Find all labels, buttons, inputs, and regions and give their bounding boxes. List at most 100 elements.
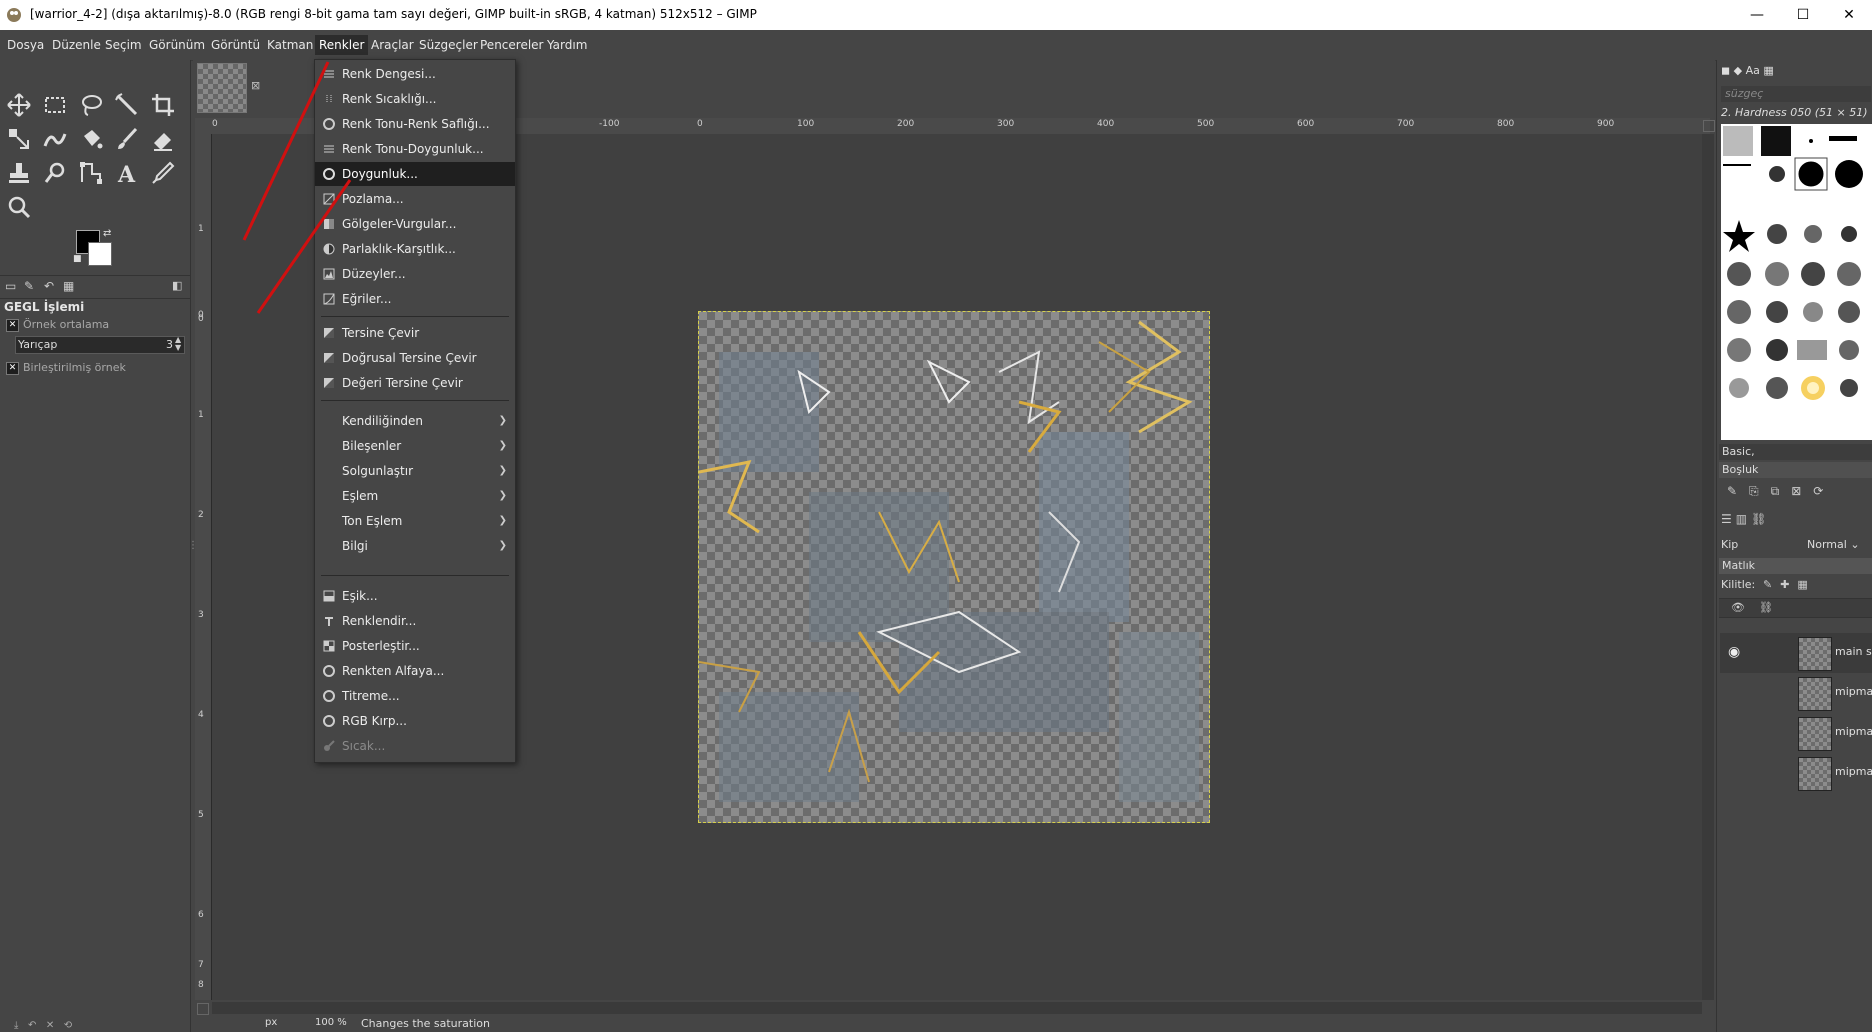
eye-icon[interactable]: ◉ xyxy=(1728,644,1740,660)
reset-colors-icon[interactable]: ■ xyxy=(73,254,82,264)
maximize-button[interactable]: ☐ xyxy=(1780,0,1826,30)
close-image-tab-icon[interactable]: ⊠ xyxy=(251,79,260,92)
menu-item-value-invert[interactable]: Değeri Tersine Çevir xyxy=(315,371,515,395)
rect-select-tool-icon[interactable] xyxy=(40,90,70,120)
menu-item-posterize[interactable]: Posterleştir... xyxy=(315,634,515,658)
mode-dropdown[interactable]: Normal ⌄ xyxy=(1807,538,1860,551)
menu-item-label: Doygunluk... xyxy=(342,167,418,181)
swap-colors-icon[interactable]: ⇄ xyxy=(103,228,111,239)
menu-item-dither[interactable]: Titreme... xyxy=(315,684,515,708)
brush-filter-input[interactable]: süzgeç xyxy=(1721,86,1871,102)
menu-file[interactable]: Dosya xyxy=(3,35,48,55)
smudge-tool-icon[interactable] xyxy=(40,158,70,188)
close-button[interactable]: ✕ xyxy=(1826,0,1872,30)
undo-history-tab-icon[interactable]: ↶ xyxy=(44,279,54,293)
menu-item-desaturate[interactable]: Solgunlaştır ❯ xyxy=(315,459,515,483)
clone-tool-icon[interactable] xyxy=(4,158,34,188)
menu-item-color-balance[interactable]: Renk Dengesi... xyxy=(315,62,515,86)
ruler-label: 0 xyxy=(198,310,204,320)
menu-item-label: Renkten Alfaya... xyxy=(342,664,445,678)
menu-item-info[interactable]: Bilgi ❯ xyxy=(315,534,515,558)
minimize-button[interactable]: — xyxy=(1734,0,1780,30)
menu-item-map[interactable]: Eşlem ❯ xyxy=(315,484,515,508)
menu-view[interactable]: Görünüm xyxy=(145,35,209,55)
menu-item-colorize[interactable]: Renklendir... xyxy=(315,609,515,633)
menu-item-saturation[interactable]: Doygunluk... xyxy=(315,162,515,186)
unit-selector[interactable]: px xyxy=(265,1017,277,1028)
posterize-icon xyxy=(323,640,335,652)
menu-item-hue-chroma[interactable]: Renk Tonu-Renk Saflığı... xyxy=(315,112,515,136)
menu-item-rgb-clip[interactable]: RGB Kırp... xyxy=(315,709,515,733)
ruler-label: 400 xyxy=(1097,119,1115,129)
dock-tab-icons[interactable]: ◼ ◆ Aa ▦ xyxy=(1721,64,1811,80)
image-tab-thumbnail[interactable] xyxy=(197,63,247,113)
menu-item-label: Pozlama... xyxy=(342,192,404,206)
spin-arrows-icon[interactable]: ▲ ▼ xyxy=(175,336,181,352)
background-color-swatch[interactable] xyxy=(88,242,112,266)
menu-layer[interactable]: Katman xyxy=(263,35,317,55)
paintbrush-tool-icon[interactable] xyxy=(112,124,142,154)
spacing-slider[interactable]: Boşluk xyxy=(1719,462,1872,478)
text-tool-icon[interactable]: A xyxy=(112,158,142,188)
menu-tools[interactable]: Araçlar xyxy=(367,35,418,55)
menu-filters[interactable]: Süzgeçler xyxy=(415,35,482,55)
horizontal-scrollbar[interactable] xyxy=(212,1002,1702,1014)
layer-row[interactable]: mipmap xyxy=(1720,713,1872,753)
device-status-tab-icon[interactable]: ✎ xyxy=(24,279,34,293)
eraser-tool-icon[interactable] xyxy=(148,124,178,154)
zoom-on-resize-toggle[interactable] xyxy=(1703,120,1715,132)
quick-mask-toggle[interactable] xyxy=(197,1003,209,1015)
menu-item-exposure[interactable]: Pozlama... xyxy=(315,187,515,211)
zoom-selector[interactable]: 100 % xyxy=(315,1017,347,1028)
lasso-tool-icon[interactable] xyxy=(76,90,106,120)
brush-tags-field[interactable]: Basic, xyxy=(1719,444,1872,460)
menu-select[interactable]: Seçim xyxy=(101,35,146,55)
menu-item-hue-saturation[interactable]: Renk Tonu-Doygunluk... xyxy=(315,137,515,161)
menu-item-invert[interactable]: Tersine Çevir xyxy=(315,321,515,345)
menu-windows[interactable]: Pencereler xyxy=(476,35,547,55)
menu-item-shadows-highlights[interactable]: Gölgeler-Vurgular... xyxy=(315,212,515,236)
layers-tab-icons[interactable]: ☰▥⛓ xyxy=(1721,512,1770,526)
tool-options-tab-icon[interactable]: ▭ xyxy=(5,279,16,293)
menu-item-linear-invert[interactable]: Doğrusal Tersine Çevir xyxy=(315,346,515,370)
vertical-scrollbar[interactable] xyxy=(1702,134,1714,1000)
crop-tool-icon[interactable] xyxy=(148,90,178,120)
menu-edit[interactable]: Düzenle xyxy=(48,35,105,55)
opacity-slider[interactable]: Matlık xyxy=(1719,558,1872,574)
menu-item-threshold[interactable]: Eşik... xyxy=(315,584,515,608)
radius-spin-field[interactable]: Yarıçap 3 ▲ ▼ xyxy=(15,336,185,354)
brush-action-icons[interactable]: ✎⎘⧉⊠⟳ xyxy=(1727,484,1835,499)
menu-item-components[interactable]: Bileşenler ❯ xyxy=(315,434,515,458)
menu-item-color-temperature[interactable]: Renk Sıcaklığı... xyxy=(315,87,515,111)
sample-average-checkbox[interactable]: ✕ xyxy=(6,319,19,332)
image-layer-preview[interactable] xyxy=(698,311,1210,823)
sample-merged-checkbox[interactable]: ✕ xyxy=(6,362,19,375)
color-picker-tool-icon[interactable] xyxy=(148,158,178,188)
layer-row[interactable]: mipmap xyxy=(1720,673,1872,713)
menu-item-curves[interactable]: Eğriler... xyxy=(315,287,515,311)
menu-item-label: Parlaklık-Karşıtlık... xyxy=(342,242,456,256)
menu-help[interactable]: Yardım xyxy=(543,35,591,55)
menu-item-auto[interactable]: Kendiliğinden ❯ xyxy=(315,409,515,433)
paths-tool-icon[interactable] xyxy=(76,158,106,188)
fuzzy-select-tool-icon[interactable] xyxy=(112,90,142,120)
brush-grid[interactable] xyxy=(1721,124,1872,440)
tab-menu-icon[interactable]: ◧ xyxy=(172,279,182,292)
submenu-arrow-icon: ❯ xyxy=(498,490,507,501)
menu-item-tone-mapping[interactable]: Ton Eşlem ❯ xyxy=(315,509,515,533)
menu-image[interactable]: Görüntü xyxy=(207,35,264,55)
menu-colors[interactable]: Renkler xyxy=(315,35,369,55)
menu-item-levels[interactable]: Düzeyler... xyxy=(315,262,515,286)
layer-row[interactable]: ◉ main su xyxy=(1720,633,1872,673)
warp-tool-icon[interactable] xyxy=(40,124,70,154)
zoom-tool-icon[interactable] xyxy=(4,192,34,222)
menu-item-color-to-alpha[interactable]: Renkten Alfaya... xyxy=(315,659,515,683)
menu-item-brightness-contrast[interactable]: Parlaklık-Karşıtlık... xyxy=(315,237,515,261)
move-tool-icon[interactable] xyxy=(4,90,34,120)
transform-tool-icon[interactable] xyxy=(4,124,34,154)
bucket-fill-tool-icon[interactable] xyxy=(76,124,106,154)
lock-icons[interactable]: ✎✚▦ xyxy=(1763,578,1816,591)
colors-menu: Renk Dengesi... Renk Sıcaklığı... Renk T… xyxy=(314,59,516,763)
layer-row[interactable]: mipmap xyxy=(1720,753,1872,793)
images-tab-icon[interactable]: ▦ xyxy=(63,279,74,293)
